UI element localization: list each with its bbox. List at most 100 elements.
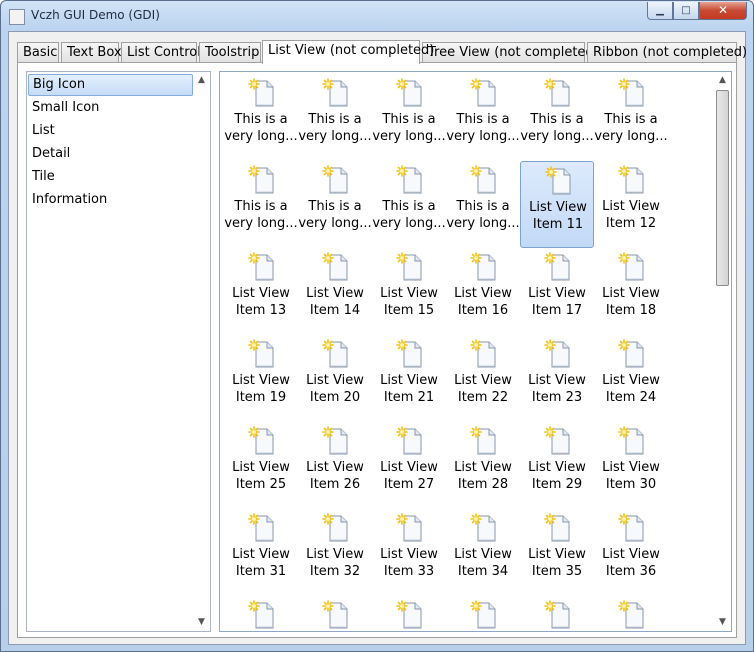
list-view-item[interactable] (446, 596, 520, 631)
app-icon[interactable] (9, 9, 25, 25)
list-view-item-label: List View Item 17 (528, 286, 586, 318)
new-document-icon (618, 426, 644, 455)
list-view-item[interactable]: List View Item 15 (372, 248, 446, 335)
list-view-item[interactable]: List View Item 17 (520, 248, 594, 335)
list-view-item[interactable]: This is a very long... (224, 74, 298, 161)
list-view-item[interactable]: List View Item 24 (594, 335, 668, 422)
scroll-down-arrow-icon[interactable]: ▼ (193, 614, 210, 631)
list-view-item-label: List View Item 31 (232, 547, 290, 579)
list-view-item-label: List View Item 23 (528, 373, 586, 405)
list-view-item[interactable]: List View Item 27 (372, 422, 446, 509)
main-window: Vczh GUI Demo (GDI) ▁ □ ✕ Basic Text Box… (0, 0, 754, 652)
list-view-scrollbar[interactable]: ▲ ▼ (714, 72, 731, 631)
list-view-item[interactable]: This is a very long... (372, 74, 446, 161)
list-view-item[interactable]: List View Item 11 (520, 161, 594, 248)
new-document-icon (322, 426, 348, 455)
scrollbar-thumb[interactable] (716, 90, 729, 286)
new-document-icon (544, 600, 570, 629)
tab-text-box[interactable]: Text Box (61, 42, 122, 63)
list-view-item-label: List View Item 14 (306, 286, 364, 318)
new-document-icon (618, 600, 644, 629)
list-view-item[interactable]: List View Item 18 (594, 248, 668, 335)
new-document-icon (248, 339, 274, 368)
view-mode-information[interactable]: Information (28, 189, 193, 211)
scroll-up-arrow-icon[interactable]: ▲ (714, 72, 731, 89)
view-mode-list[interactable]: List (28, 120, 193, 142)
list-view-item[interactable]: This is a very long... (224, 161, 298, 248)
list-view-item[interactable]: List View Item 34 (446, 509, 520, 596)
view-mode-small-icon[interactable]: Small Icon (28, 97, 193, 119)
view-mode-tile[interactable]: Tile (28, 166, 193, 188)
new-document-icon (322, 513, 348, 542)
list-view-item[interactable]: List View Item 21 (372, 335, 446, 422)
list-view-item-label: This is a very long... (372, 112, 446, 144)
list-view-item[interactable]: List View Item 33 (372, 509, 446, 596)
list-view-item[interactable]: List View Item 31 (224, 509, 298, 596)
list-view-item[interactable]: List View Item 26 (298, 422, 372, 509)
list-view-item[interactable] (520, 596, 594, 631)
tab-ribbon[interactable]: Ribbon (not completed) (587, 42, 747, 63)
tab-list-view[interactable]: List View (not completed) (262, 40, 434, 64)
view-mode-list[interactable]: Big Icon Small Icon List Detail Tile Inf… (26, 71, 211, 632)
list-view-item-label: This is a very long... (224, 199, 298, 231)
list-view-item[interactable]: This is a very long... (446, 74, 520, 161)
view-mode-big-icon[interactable]: Big Icon (28, 74, 193, 96)
list-view-item[interactable]: List View Item 19 (224, 335, 298, 422)
list-view-item-label: This is a very long... (298, 112, 372, 144)
new-document-icon (544, 513, 570, 542)
minimize-button[interactable]: ▁ (647, 2, 673, 20)
list-view[interactable]: This is a very long... This is a very lon… (219, 71, 732, 632)
list-view-item-label: List View Item 27 (380, 460, 438, 492)
list-view-item[interactable]: List View Item 29 (520, 422, 594, 509)
scroll-down-arrow-icon[interactable]: ▼ (714, 614, 731, 631)
list-view-item[interactable]: List View Item 32 (298, 509, 372, 596)
list-view-item[interactable]: List View Item 25 (224, 422, 298, 509)
tab-toolstrip[interactable]: Toolstrip (199, 42, 261, 63)
maximize-button[interactable]: □ (673, 2, 699, 20)
list-view-item[interactable]: This is a very long... (372, 161, 446, 248)
list-view-item[interactable]: List View Item 35 (520, 509, 594, 596)
list-view-item[interactable]: List View Item 28 (446, 422, 520, 509)
list-view-item[interactable]: This is a very long... (298, 74, 372, 161)
close-button[interactable]: ✕ (699, 2, 747, 20)
list-view-item-label: List View Item 33 (380, 547, 438, 579)
list-view-item[interactable]: This is a very long... (298, 161, 372, 248)
list-view-item[interactable]: This is a very long... (446, 161, 520, 248)
list-view-item-label: This is a very long... (224, 112, 298, 144)
new-document-icon (396, 165, 422, 194)
list-view-item[interactable]: List View Item 12 (594, 161, 668, 248)
tab-list-control[interactable]: List Control (121, 42, 201, 63)
view-mode-scrollbar[interactable]: ▲ ▼ (193, 72, 210, 631)
new-document-icon (322, 252, 348, 281)
list-view-item-label: List View Item 18 (602, 286, 660, 318)
list-view-item[interactable]: This is a very long... (520, 74, 594, 161)
list-view-item[interactable] (594, 596, 668, 631)
list-view-item[interactable] (224, 596, 298, 631)
list-view-item[interactable] (372, 596, 446, 631)
list-view-item[interactable]: List View Item 30 (594, 422, 668, 509)
list-view-item-label: List View Item 35 (528, 547, 586, 579)
new-document-icon (618, 165, 644, 194)
list-view-item[interactable]: List View Item 13 (224, 248, 298, 335)
view-mode-detail[interactable]: Detail (28, 143, 193, 165)
new-document-icon (248, 600, 274, 629)
list-view-item-label: List View Item 25 (232, 460, 290, 492)
new-document-icon (470, 600, 496, 629)
list-view-item[interactable]: List View Item 16 (446, 248, 520, 335)
list-view-item[interactable] (298, 596, 372, 631)
new-document-icon (470, 426, 496, 455)
new-document-icon (396, 339, 422, 368)
list-view-item[interactable]: This is a very long... (594, 74, 668, 161)
list-view-item[interactable]: List View Item 22 (446, 335, 520, 422)
list-view-item[interactable]: List View Item 14 (298, 248, 372, 335)
new-document-icon (248, 513, 274, 542)
new-document-icon (396, 78, 422, 107)
tab-tree-view[interactable]: Tree View (not completed) (422, 42, 599, 63)
list-view-item[interactable]: List View Item 20 (298, 335, 372, 422)
list-view-item[interactable]: List View Item 36 (594, 509, 668, 596)
new-document-icon (544, 339, 570, 368)
list-view-item[interactable]: List View Item 23 (520, 335, 594, 422)
title-bar[interactable]: Vczh GUI Demo (GDI) ▁ □ ✕ (1, 1, 753, 31)
tab-basic[interactable]: Basic (17, 42, 59, 63)
scroll-up-arrow-icon[interactable]: ▲ (193, 72, 210, 89)
